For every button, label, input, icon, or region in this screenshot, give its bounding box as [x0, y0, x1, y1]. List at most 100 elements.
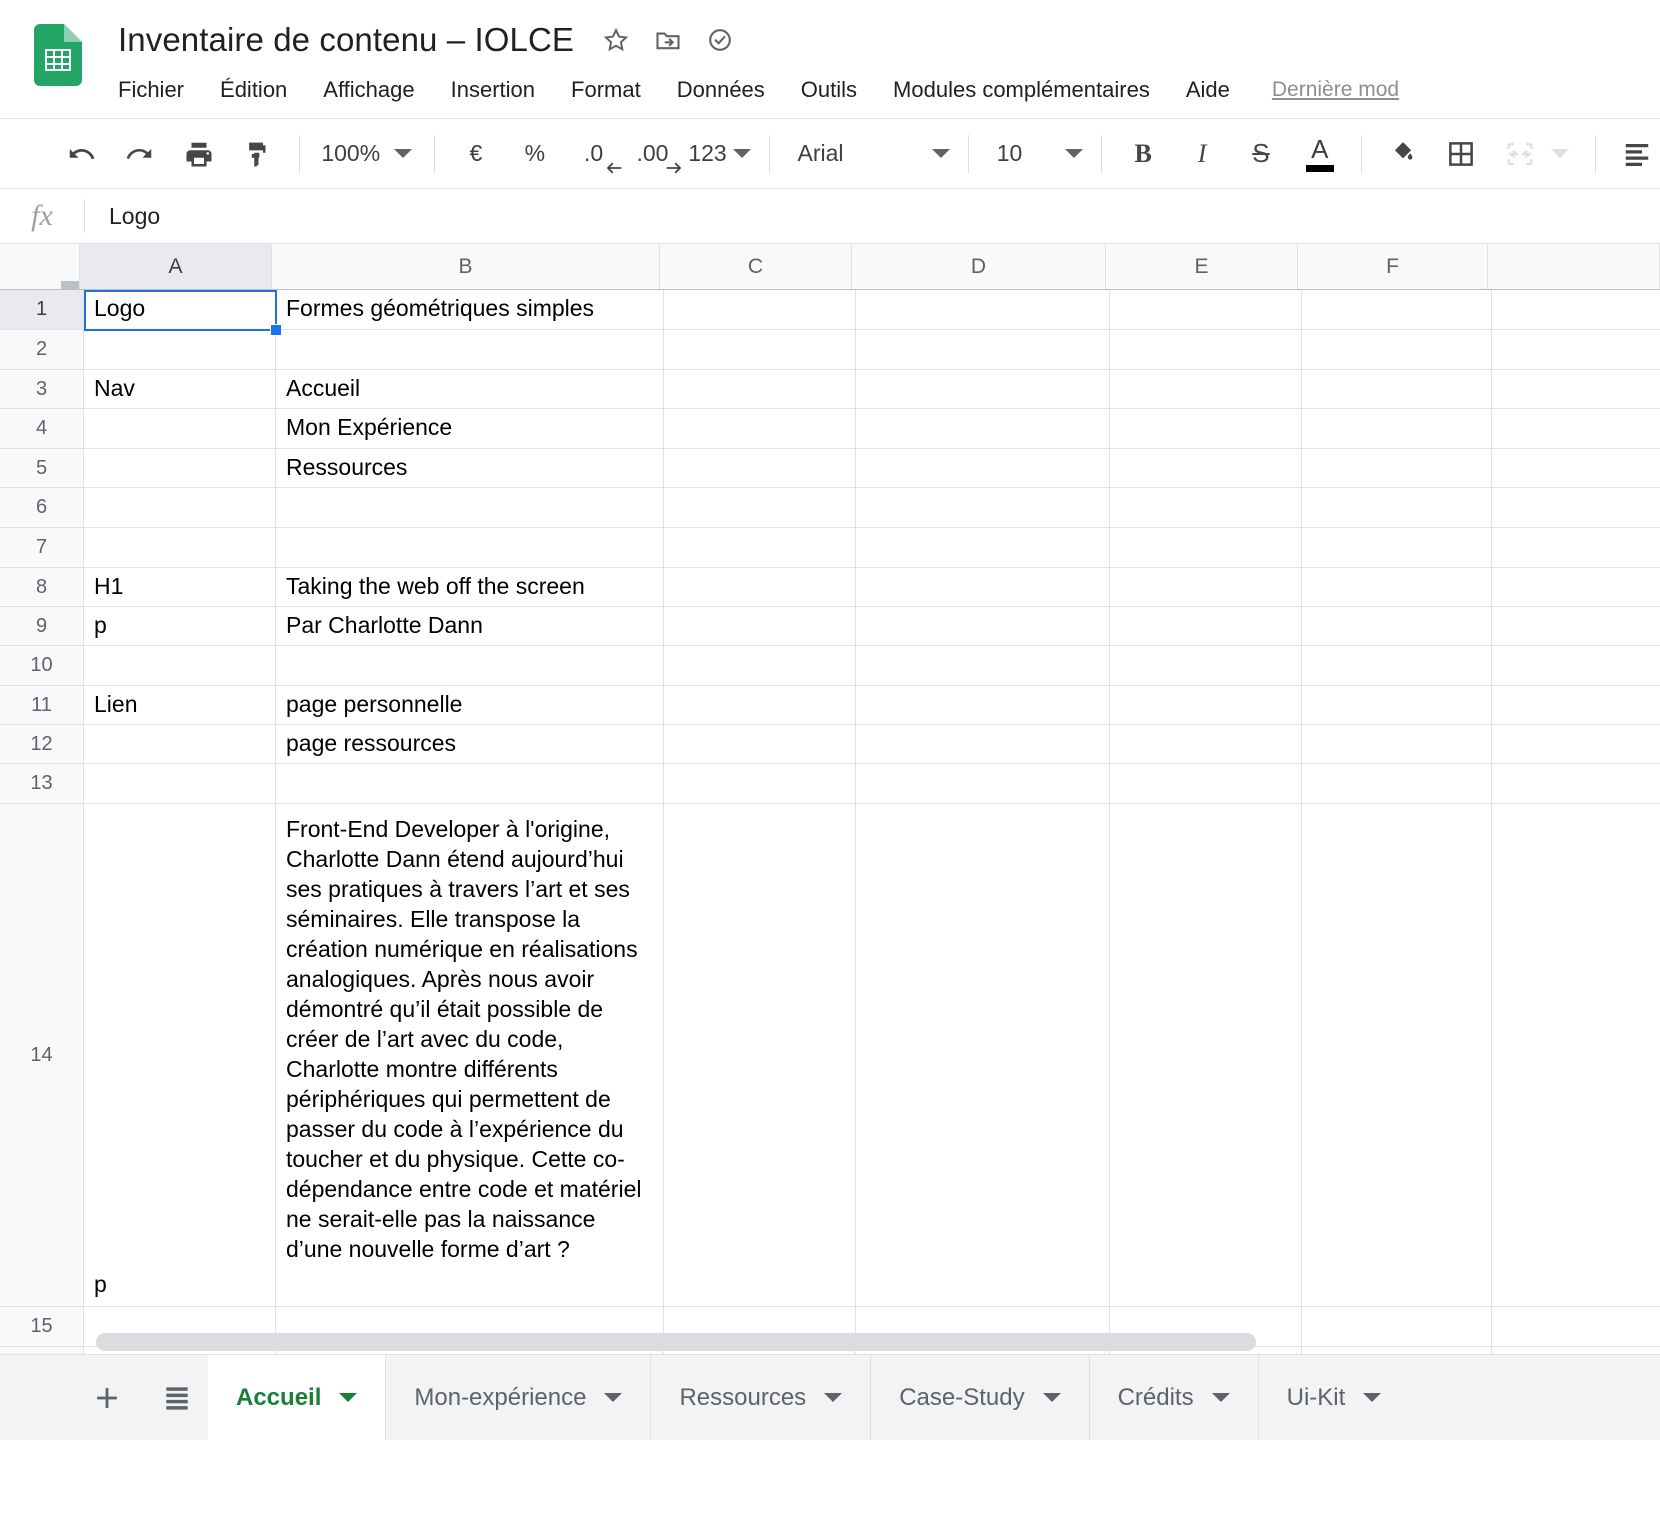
cell-c7[interactable] — [664, 528, 856, 567]
cell-d6[interactable] — [856, 488, 1110, 527]
cell-f2[interactable] — [1302, 330, 1492, 369]
cell-a11[interactable]: Lien — [84, 686, 276, 724]
cell-a6[interactable] — [84, 488, 276, 527]
currency-format-button[interactable]: € — [453, 131, 499, 177]
strikethrough-button[interactable]: S — [1238, 131, 1284, 177]
cell-f5[interactable] — [1302, 449, 1492, 487]
cell-a5[interactable] — [84, 449, 276, 487]
cell-d7[interactable] — [856, 528, 1110, 567]
horizontal-scrollbar-thumb[interactable] — [96, 1333, 1256, 1351]
cell-b2[interactable] — [276, 330, 664, 369]
cell-d8[interactable] — [856, 568, 1110, 606]
cell-e13[interactable] — [1110, 764, 1302, 803]
cell-b9[interactable]: Par Charlotte Dann — [276, 607, 664, 645]
cell-f7[interactable] — [1302, 528, 1492, 567]
cell-b14[interactable]: Front-End Developer à l'origine, Charlot… — [276, 804, 664, 1306]
row-header-13[interactable]: 13 — [0, 764, 84, 803]
cell-d2[interactable] — [856, 330, 1110, 369]
cell-c6[interactable] — [664, 488, 856, 527]
horizontal-scrollbar[interactable] — [0, 1328, 1660, 1354]
cell-b8[interactable]: Taking the web off the screen — [276, 568, 664, 606]
cell-b1[interactable]: Formes géométriques simples — [276, 290, 664, 329]
cell-f4[interactable] — [1302, 409, 1492, 448]
percent-format-button[interactable]: % — [512, 131, 558, 177]
sheet-tab-ressources[interactable]: Ressources — [650, 1355, 871, 1440]
cell-g5[interactable] — [1492, 449, 1660, 487]
row-header-11[interactable]: 11 — [0, 686, 84, 724]
cell-d1[interactable] — [856, 290, 1110, 329]
row-header-7[interactable]: 7 — [0, 528, 84, 567]
font-size-select[interactable]: 10 — [987, 140, 1084, 167]
font-family-select[interactable]: Arial — [788, 140, 950, 167]
cell-b13[interactable] — [276, 764, 664, 803]
cloud-saved-icon[interactable] — [706, 26, 734, 54]
cell-g7[interactable] — [1492, 528, 1660, 567]
cell-c2[interactable] — [664, 330, 856, 369]
cell-c1[interactable] — [664, 290, 856, 329]
sheet-tab-credits[interactable]: Crédits — [1088, 1355, 1258, 1440]
cell-a10[interactable] — [84, 646, 276, 685]
cell-f6[interactable] — [1302, 488, 1492, 527]
chevron-down-icon[interactable] — [604, 1393, 623, 1402]
cell-d3[interactable] — [856, 370, 1110, 408]
column-header-e[interactable]: E — [1106, 244, 1298, 289]
cell-f8[interactable] — [1302, 568, 1492, 606]
cell-a3[interactable]: Nav — [84, 370, 276, 408]
chevron-down-icon[interactable] — [1211, 1393, 1230, 1402]
cell-d4[interactable] — [856, 409, 1110, 448]
cell-d9[interactable] — [856, 607, 1110, 645]
cell-g1[interactable] — [1492, 290, 1660, 329]
cell-b5[interactable]: Ressources — [276, 449, 664, 487]
cell-e14[interactable] — [1110, 804, 1302, 1306]
cell-b11[interactable]: page personnelle — [276, 686, 664, 724]
column-header-g[interactable] — [1488, 244, 1660, 289]
cell-f9[interactable] — [1302, 607, 1492, 645]
cell-d13[interactable] — [856, 764, 1110, 803]
cell-c3[interactable] — [664, 370, 856, 408]
move-to-folder-icon[interactable] — [654, 26, 682, 54]
zoom-select[interactable]: 100% — [317, 140, 416, 167]
cell-g4[interactable] — [1492, 409, 1660, 448]
cell-g11[interactable] — [1492, 686, 1660, 724]
cell-d14[interactable] — [856, 804, 1110, 1306]
italic-button[interactable]: I — [1179, 131, 1225, 177]
cell-e4[interactable] — [1110, 409, 1302, 448]
cell-b12[interactable]: page ressources — [276, 725, 664, 763]
cell-f1[interactable] — [1302, 290, 1492, 329]
cell-b4[interactable]: Mon Expérience — [276, 409, 664, 448]
page-title[interactable]: Inventaire de contenu – IOLCE — [118, 21, 574, 59]
menu-item-format[interactable]: Format — [571, 74, 641, 106]
cell-c13[interactable] — [664, 764, 856, 803]
cell-g9[interactable] — [1492, 607, 1660, 645]
cell-f12[interactable] — [1302, 725, 1492, 763]
row-header-3[interactable]: 3 — [0, 370, 84, 408]
cell-f3[interactable] — [1302, 370, 1492, 408]
formula-input[interactable] — [85, 189, 1660, 243]
cell-f14[interactable] — [1302, 804, 1492, 1306]
cell-e9[interactable] — [1110, 607, 1302, 645]
last-edit-status[interactable]: Dernière mod — [1272, 78, 1399, 102]
cell-g2[interactable] — [1492, 330, 1660, 369]
row-header-5[interactable]: 5 — [0, 449, 84, 487]
cell-f13[interactable] — [1302, 764, 1492, 803]
cell-e5[interactable] — [1110, 449, 1302, 487]
cell-a1[interactable]: Logo — [84, 290, 276, 329]
menu-item-edition[interactable]: Édition — [220, 74, 287, 106]
cell-e8[interactable] — [1110, 568, 1302, 606]
column-header-c[interactable]: C — [660, 244, 852, 289]
menu-item-aide[interactable]: Aide — [1186, 74, 1230, 106]
row-header-10[interactable]: 10 — [0, 646, 84, 685]
select-all-corner[interactable] — [0, 244, 80, 289]
cell-g14[interactable] — [1492, 804, 1660, 1306]
chevron-down-icon[interactable] — [339, 1393, 358, 1402]
decrease-decimal-button[interactable]: .0 — [571, 131, 621, 177]
cell-e3[interactable] — [1110, 370, 1302, 408]
row-header-9[interactable]: 9 — [0, 607, 84, 645]
redo-icon[interactable] — [117, 131, 163, 177]
horizontal-align-icon[interactable] — [1614, 131, 1660, 177]
cell-d12[interactable] — [856, 725, 1110, 763]
cell-e2[interactable] — [1110, 330, 1302, 369]
cell-c9[interactable] — [664, 607, 856, 645]
sheet-tab-ui-kit[interactable]: Ui-Kit — [1257, 1355, 1410, 1440]
borders-icon[interactable] — [1438, 131, 1484, 177]
